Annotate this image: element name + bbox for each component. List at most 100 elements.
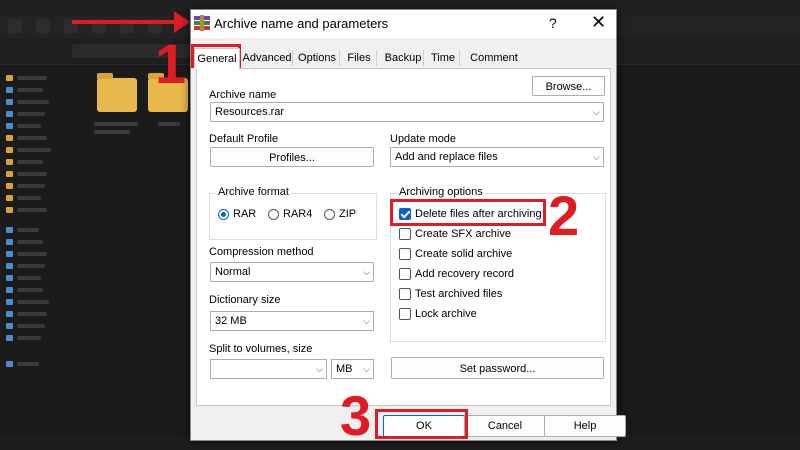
- compression-method-value: Normal: [215, 266, 251, 278]
- sidebar-item: [6, 158, 43, 166]
- step-number-2: 2: [548, 184, 580, 247]
- update-mode-value: Add and replace files: [395, 151, 498, 163]
- archive-format-group: Archive format RAR RAR4 ZIP: [209, 186, 377, 240]
- highlight-ok-button: [375, 409, 468, 439]
- sidebar-item: [6, 310, 47, 318]
- highlight-delete-option: [390, 199, 546, 226]
- folder-icon: [97, 73, 137, 112]
- step-number-3: 3: [340, 384, 372, 447]
- folder-label: [94, 130, 130, 134]
- checkbox-icon[interactable]: [399, 228, 411, 240]
- sidebar-item: [6, 146, 51, 154]
- checkbox-icon[interactable]: [399, 248, 411, 260]
- option-label: Add recovery record: [415, 268, 515, 280]
- archive-name-field[interactable]: Resources.rar ⌵: [210, 102, 604, 122]
- sidebar-item: [6, 134, 47, 142]
- chevron-down-icon[interactable]: ⌵: [593, 148, 600, 166]
- sidebar-item: [6, 250, 47, 258]
- sidebar-item: [6, 98, 49, 106]
- format-label: RAR4: [283, 208, 313, 220]
- sidebar-item: [6, 110, 45, 118]
- dictionary-size-label: Dictionary size: [209, 294, 281, 306]
- option-label: Create SFX archive: [415, 228, 511, 240]
- explorer-tab-icon: [36, 19, 50, 33]
- chevron-down-icon[interactable]: ⌵: [363, 312, 370, 330]
- compression-method-label: Compression method: [209, 246, 314, 258]
- sidebar-item: [6, 286, 43, 294]
- folder-label: [94, 122, 138, 126]
- chevron-down-icon[interactable]: ⌵: [363, 263, 370, 281]
- step-number-1: 1: [155, 32, 187, 95]
- annotation-arrow-head: [174, 11, 190, 33]
- help-icon[interactable]: ?: [549, 15, 557, 31]
- compression-method-select[interactable]: Normal ⌵: [210, 262, 374, 282]
- sidebar-item: [6, 170, 47, 178]
- chevron-down-icon[interactable]: ⌵: [316, 360, 323, 378]
- chevron-down-icon[interactable]: ⌵: [363, 360, 370, 378]
- option-label: Create solid archive: [415, 248, 513, 260]
- dictionary-size-select[interactable]: 32 MB ⌵: [210, 311, 374, 331]
- tab-backup[interactable]: Backup: [383, 50, 424, 66]
- checkbox-icon[interactable]: [399, 308, 411, 320]
- explorer-sidebar: [0, 70, 88, 430]
- sidebar-item: [6, 298, 49, 306]
- sidebar-item: [6, 238, 43, 246]
- folder-label: [158, 122, 180, 126]
- dictionary-size-value: 32 MB: [215, 315, 247, 327]
- sidebar-item: [6, 182, 45, 190]
- default-profile-label: Default Profile: [209, 133, 279, 145]
- update-mode-select[interactable]: Add and replace files ⌵: [390, 147, 604, 167]
- option-test-archived[interactable]: Test archived files: [399, 288, 502, 300]
- option-label: Test archived files: [415, 288, 503, 300]
- explorer-tab-icon: [8, 19, 22, 33]
- annotation-arrow: [72, 20, 176, 24]
- option-recovery-record[interactable]: Add recovery record: [399, 268, 514, 280]
- help-button[interactable]: Help: [544, 415, 626, 437]
- profiles-button[interactable]: Profiles...: [210, 147, 374, 167]
- close-icon[interactable]: ✕: [591, 12, 606, 33]
- tab-options[interactable]: Options: [295, 50, 340, 66]
- format-label: RAR: [233, 208, 257, 220]
- sidebar-item: [6, 360, 39, 368]
- split-unit-value: MB: [336, 363, 353, 375]
- checkbox-icon[interactable]: [399, 268, 411, 280]
- tab-files[interactable]: Files: [342, 50, 377, 66]
- option-lock-archive[interactable]: Lock archive: [399, 308, 477, 320]
- cancel-button[interactable]: Cancel: [464, 415, 546, 437]
- format-radio-rar[interactable]: RAR: [218, 208, 256, 220]
- chevron-down-icon[interactable]: ⌵: [593, 103, 600, 121]
- tab-advanced[interactable]: Advanced: [242, 50, 293, 66]
- sidebar-item: [6, 226, 39, 234]
- dialog-titlebar[interactable]: Archive name and parameters ? ✕: [191, 10, 616, 38]
- radio-icon[interactable]: [268, 208, 279, 220]
- tab-time[interactable]: Time: [427, 50, 460, 66]
- sidebar-item: [6, 194, 41, 202]
- option-solid-archive[interactable]: Create solid archive: [399, 248, 512, 260]
- tab-strip: General Advanced Options Files Backup Ti…: [191, 48, 616, 69]
- sidebar-item: [6, 122, 41, 130]
- option-create-sfx[interactable]: Create SFX archive: [399, 228, 511, 240]
- dialog-title: Archive name and parameters: [214, 16, 389, 31]
- sidebar-item: [6, 322, 45, 330]
- split-volume-size-field[interactable]: ⌵: [210, 359, 327, 379]
- format-radio-zip[interactable]: ZIP: [324, 208, 356, 220]
- update-mode-label: Update mode: [390, 133, 457, 145]
- sidebar-item: [6, 206, 47, 214]
- sidebar-item: [6, 262, 45, 270]
- winrar-app-icon: [194, 15, 210, 31]
- archive-format-label: Archive format: [216, 186, 291, 198]
- archive-name-label: Archive name: [209, 89, 277, 101]
- radio-selected-icon[interactable]: [218, 208, 229, 220]
- set-password-button[interactable]: Set password...: [391, 357, 604, 379]
- checkbox-icon[interactable]: [399, 288, 411, 300]
- tab-general[interactable]: General: [194, 48, 240, 69]
- radio-icon[interactable]: [324, 208, 335, 220]
- sidebar-item: [6, 274, 41, 282]
- browse-button[interactable]: Browse...: [532, 76, 605, 96]
- split-unit-select[interactable]: MB ⌵: [331, 359, 374, 379]
- format-radio-rar4[interactable]: RAR4: [268, 208, 312, 220]
- tab-comment[interactable]: Comment: [467, 50, 521, 66]
- sidebar-item: [6, 86, 43, 94]
- split-volumes-label: Split to volumes, size: [209, 343, 313, 355]
- option-label: Lock archive: [415, 308, 477, 320]
